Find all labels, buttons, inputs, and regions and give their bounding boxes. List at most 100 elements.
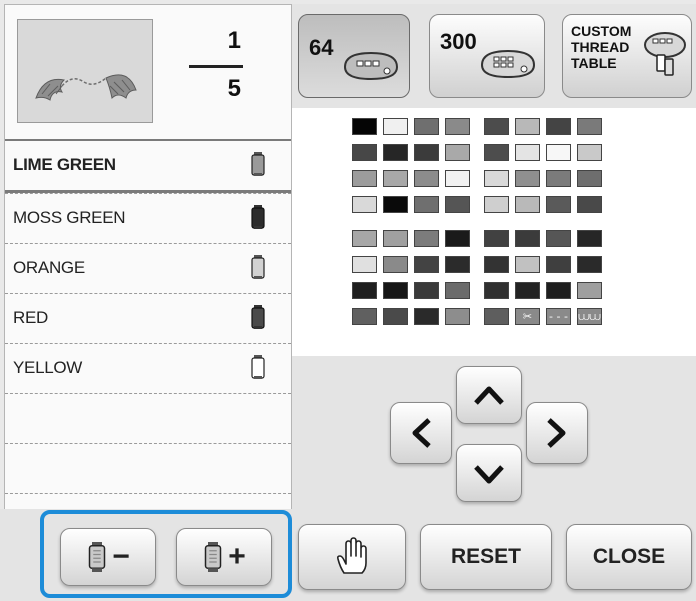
palette-color-cell[interactable] xyxy=(383,118,408,135)
thread-name: ORANGE xyxy=(13,258,85,277)
palette-color-cell[interactable] xyxy=(515,118,540,135)
palette-color-cell[interactable] xyxy=(546,230,571,247)
palette-color-cell[interactable] xyxy=(577,196,602,213)
tab-custom-thread-table[interactable]: CUSTOM THREAD TABLE xyxy=(562,14,692,98)
palette-color-cell[interactable] xyxy=(515,282,540,299)
palette-color-cell[interactable] xyxy=(414,118,439,135)
thread-row-lime-green[interactable]: LIME GREEN xyxy=(5,139,291,193)
reset-button[interactable]: RESET xyxy=(420,524,552,590)
palette-color-cell[interactable] xyxy=(352,308,377,325)
palette-color-cell[interactable] xyxy=(546,282,571,299)
palette-color-cell[interactable] xyxy=(383,256,408,273)
custom-thread-table-icon xyxy=(644,32,686,76)
counter-divider xyxy=(189,65,243,68)
custom-label-line3: TABLE xyxy=(571,55,617,71)
palette-color-cell[interactable] xyxy=(352,118,377,135)
palette-color-cell[interactable] xyxy=(414,196,439,213)
palette-color-cell[interactable] xyxy=(352,196,377,213)
palette-scissors-cell[interactable]: ✂ xyxy=(515,308,540,325)
palette-color-cell[interactable] xyxy=(352,230,377,247)
tab-64-colors[interactable]: 64 xyxy=(298,14,410,98)
palette-color-cell[interactable] xyxy=(546,118,571,135)
embroidery-pattern-icon xyxy=(35,74,137,101)
palette-color-cell[interactable] xyxy=(546,144,571,161)
close-button[interactable]: CLOSE xyxy=(566,524,692,590)
palette-color-cell[interactable] xyxy=(383,230,408,247)
chevron-right-icon xyxy=(547,418,566,448)
thread-row-orange[interactable]: ORANGE xyxy=(5,243,291,293)
palette-tabs: 64 300 CUSTOM THREAD TABLE xyxy=(292,4,696,108)
palette-color-cell[interactable] xyxy=(577,230,602,247)
palette-dashed-line-cell[interactable]: - - - xyxy=(546,308,571,325)
palette-color-cell[interactable] xyxy=(484,196,509,213)
palette-color-cell[interactable] xyxy=(445,282,470,299)
palette-color-cell[interactable] xyxy=(515,230,540,247)
palette-color-cell[interactable] xyxy=(352,256,377,273)
palette-color-cell[interactable] xyxy=(383,308,408,325)
palette-color-cell[interactable] xyxy=(515,144,540,161)
thread-list-panel: 1 5 LIME GREEN MOSS GREEN ORANGE RED YEL… xyxy=(4,4,292,511)
palette-color-cell[interactable] xyxy=(484,144,509,161)
palette-color-cell[interactable] xyxy=(352,144,377,161)
palette-color-cell[interactable] xyxy=(577,282,602,299)
palette-color-cell[interactable] xyxy=(414,144,439,161)
palette-color-cell[interactable] xyxy=(414,256,439,273)
palette-color-cell[interactable] xyxy=(352,170,377,187)
palette-color-cell[interactable] xyxy=(414,170,439,187)
spool-icon xyxy=(204,542,222,572)
scroll-left-button[interactable] xyxy=(390,402,452,464)
palette-color-cell[interactable] xyxy=(445,118,470,135)
close-label: CLOSE xyxy=(592,545,666,568)
palette-color-cell[interactable] xyxy=(445,256,470,273)
tab-custom-label: CUSTOM THREAD TABLE xyxy=(571,23,631,71)
palette-color-cell[interactable] xyxy=(383,144,408,161)
palette-color-cell[interactable] xyxy=(445,230,470,247)
thread-row-empty xyxy=(5,393,291,443)
palette-color-cell[interactable] xyxy=(445,196,470,213)
palette-color-cell[interactable] xyxy=(546,170,571,187)
scroll-right-button[interactable] xyxy=(526,402,588,464)
palette-color-cell[interactable] xyxy=(383,282,408,299)
custom-label-line2: THREAD xyxy=(571,39,630,55)
palette-color-cell[interactable] xyxy=(577,256,602,273)
palette-color-cell[interactable] xyxy=(445,170,470,187)
hand-icon xyxy=(336,537,367,574)
palette-color-cell[interactable] xyxy=(515,196,540,213)
tab-300-colors[interactable]: 300 xyxy=(429,14,545,98)
palette-color-cell[interactable] xyxy=(383,170,408,187)
palette-color-cell[interactable] xyxy=(484,170,509,187)
thread-row-yellow[interactable]: YELLOW xyxy=(5,343,291,393)
color-grid: ✂ - - - ⩊⩊ xyxy=(292,108,696,356)
palette-color-cell[interactable] xyxy=(546,256,571,273)
thread-spool-icon xyxy=(251,255,265,279)
hand-button[interactable] xyxy=(298,524,406,590)
palette-color-cell[interactable] xyxy=(484,118,509,135)
palette-color-cell[interactable] xyxy=(484,230,509,247)
remove-spool-button[interactable]: − xyxy=(60,528,156,586)
scroll-down-button[interactable] xyxy=(456,444,522,502)
palette-stitch-cell[interactable]: ⩊⩊ xyxy=(577,308,602,325)
thread-row-moss-green[interactable]: MOSS GREEN xyxy=(5,193,291,243)
pattern-preview xyxy=(17,19,153,123)
add-spool-button[interactable]: + xyxy=(176,528,272,586)
palette-color-cell[interactable] xyxy=(515,170,540,187)
palette-color-cell[interactable] xyxy=(414,230,439,247)
palette-color-cell[interactable] xyxy=(546,196,571,213)
palette-color-cell[interactable] xyxy=(484,282,509,299)
palette-color-cell[interactable] xyxy=(383,196,408,213)
thread-name: YELLOW xyxy=(13,358,83,377)
palette-color-cell[interactable] xyxy=(414,308,439,325)
palette-color-cell[interactable] xyxy=(445,308,470,325)
scroll-up-button[interactable] xyxy=(456,366,522,424)
palette-color-cell[interactable] xyxy=(577,144,602,161)
palette-color-cell[interactable] xyxy=(445,144,470,161)
palette-color-cell[interactable] xyxy=(414,282,439,299)
thread-row-red[interactable]: RED xyxy=(5,293,291,343)
palette-color-cell[interactable] xyxy=(515,256,540,273)
palette-color-cell[interactable] xyxy=(352,282,377,299)
palette-color-cell[interactable] xyxy=(484,256,509,273)
palette-color-cell[interactable] xyxy=(577,170,602,187)
palette-color-cell[interactable] xyxy=(484,308,509,325)
thread-spool-icon xyxy=(251,355,265,379)
palette-color-cell[interactable] xyxy=(577,118,602,135)
